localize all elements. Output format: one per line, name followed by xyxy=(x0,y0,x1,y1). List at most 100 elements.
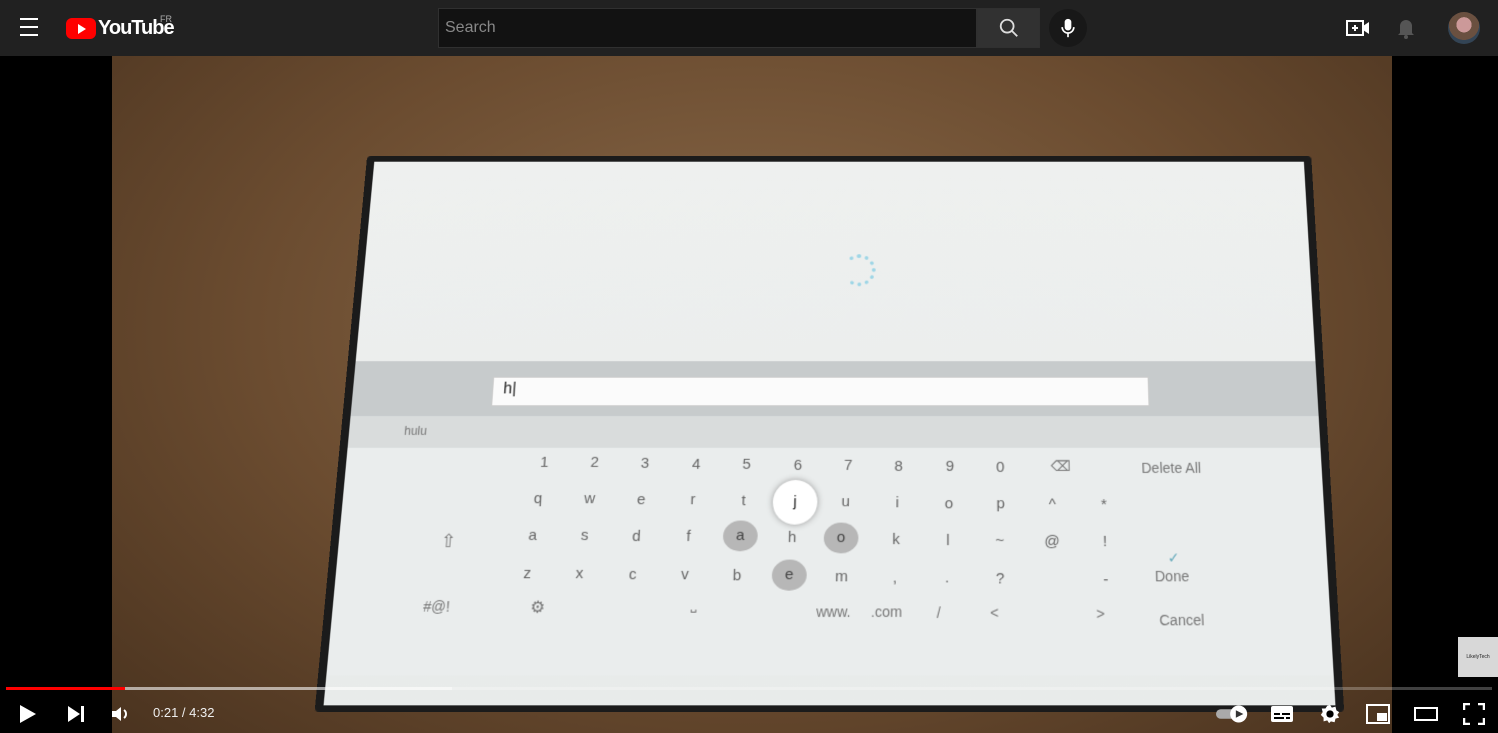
mute-button[interactable] xyxy=(107,700,135,728)
com-key: .com xyxy=(871,603,902,620)
search-icon xyxy=(998,17,1020,39)
done-key: Done xyxy=(1155,568,1190,585)
key: 3 xyxy=(627,449,663,479)
key: h xyxy=(775,523,810,554)
miniplayer-button[interactable] xyxy=(1364,700,1392,728)
notifications-button[interactable] xyxy=(1394,16,1418,40)
menu-icon[interactable] xyxy=(18,18,42,38)
right-arrow-key: > xyxy=(1096,605,1105,622)
tv-screen: h| hulu 1 2 3 4 5 6 7 8 9 0 ⌫ Delete All… xyxy=(324,162,1336,706)
key: l xyxy=(931,526,966,557)
theater-mode-button[interactable] xyxy=(1412,700,1440,728)
channel-watermark[interactable]: LikelyTech xyxy=(1458,637,1498,677)
settings-gear-icon: ⚙ xyxy=(530,597,546,618)
autoplay-toggle[interactable] xyxy=(1216,700,1250,728)
key: 5 xyxy=(729,450,764,480)
key: r xyxy=(675,485,711,515)
key: v xyxy=(667,560,703,591)
player-controls: 0:21 / 4:32 xyxy=(0,694,1498,733)
key: p xyxy=(983,489,1018,519)
key: d xyxy=(618,522,654,553)
key: . xyxy=(930,563,965,594)
shift-icon: ⇧ xyxy=(440,531,457,553)
key: c xyxy=(614,560,650,591)
create-video-icon xyxy=(1346,18,1370,38)
loading-spinner-icon xyxy=(842,254,876,286)
play-icon xyxy=(19,704,37,724)
key: q xyxy=(520,484,556,514)
country-code: FR xyxy=(160,14,172,24)
youtube-masthead: YouTube FR Search xyxy=(0,0,1498,56)
gear-icon xyxy=(1319,703,1341,725)
subtitles-button[interactable] xyxy=(1268,700,1296,728)
tv-image: h| hulu 1 2 3 4 5 6 7 8 9 0 ⌫ Delete All… xyxy=(315,156,1345,712)
key: 8 xyxy=(881,452,915,482)
key: 7 xyxy=(831,451,866,481)
tv-search-text: h xyxy=(503,381,513,398)
key: b xyxy=(719,561,755,592)
watermark-text: LikelyTech xyxy=(1466,654,1489,660)
key: ^ xyxy=(1035,490,1070,520)
key: 9 xyxy=(933,452,967,482)
key: a xyxy=(514,521,551,552)
youtube-logo-icon xyxy=(66,18,96,39)
subtitles-icon xyxy=(1270,705,1294,723)
progress-played xyxy=(6,687,125,690)
key: 4 xyxy=(679,450,714,480)
key: @ xyxy=(1034,527,1069,558)
key: s xyxy=(566,521,602,552)
create-video-button[interactable] xyxy=(1346,16,1370,40)
key: x xyxy=(561,559,598,590)
key: 0 xyxy=(983,453,1017,483)
time-display: 0:21 / 4:32 xyxy=(153,705,214,720)
miniplayer-icon xyxy=(1366,704,1390,724)
key: t xyxy=(726,486,761,516)
key: e xyxy=(623,485,659,515)
key: f xyxy=(670,522,706,553)
next-button[interactable] xyxy=(62,700,90,728)
slash-key: / xyxy=(937,604,941,621)
key: * xyxy=(1086,490,1121,520)
key: w xyxy=(572,484,608,514)
key: o xyxy=(932,489,967,519)
volume-icon xyxy=(111,705,131,723)
key: ~ xyxy=(983,526,1018,557)
key: ! xyxy=(1087,527,1122,558)
search-input[interactable]: Search xyxy=(438,8,977,48)
backspace-icon: ⌫ xyxy=(1051,458,1071,475)
tv-suggestion: hulu xyxy=(404,424,428,438)
key: z xyxy=(509,559,546,590)
theater-icon xyxy=(1414,706,1438,722)
key: ? xyxy=(983,564,1018,595)
search-placeholder: Search xyxy=(445,19,496,37)
youtube-logo[interactable]: YouTube xyxy=(66,17,174,39)
bell-icon xyxy=(1396,17,1416,39)
left-arrow-key: < xyxy=(990,604,999,621)
autoplay-toggle-icon xyxy=(1216,704,1250,724)
key: 2 xyxy=(577,448,613,478)
cancel-key: Cancel xyxy=(1159,612,1205,629)
fullscreen-icon xyxy=(1463,703,1485,725)
key: 1 xyxy=(526,448,562,478)
search-button[interactable] xyxy=(977,8,1040,48)
next-icon xyxy=(66,705,86,723)
avatar[interactable] xyxy=(1448,12,1480,44)
key: k xyxy=(879,525,914,556)
symbols-key: #@! xyxy=(423,598,451,615)
delete-all-key: Delete All xyxy=(1141,460,1201,476)
www-key: www. xyxy=(816,603,851,620)
space-key-icon: ⎵ xyxy=(691,595,697,613)
key: 6 xyxy=(780,451,815,481)
key: m xyxy=(824,562,859,593)
settings-button[interactable] xyxy=(1316,700,1344,728)
check-icon: ✓ xyxy=(1167,549,1180,567)
play-button[interactable] xyxy=(14,700,42,728)
microphone-icon xyxy=(1059,18,1077,38)
key: i xyxy=(880,488,915,518)
video-player[interactable]: h| hulu 1 2 3 4 5 6 7 8 9 0 ⌫ Delete All… xyxy=(0,56,1498,733)
voice-search-button[interactable] xyxy=(1049,9,1087,47)
key: , xyxy=(877,563,912,594)
fullscreen-button[interactable] xyxy=(1460,700,1488,728)
key: - xyxy=(1088,565,1124,596)
video-frame: h| hulu 1 2 3 4 5 6 7 8 9 0 ⌫ Delete All… xyxy=(112,56,1392,733)
